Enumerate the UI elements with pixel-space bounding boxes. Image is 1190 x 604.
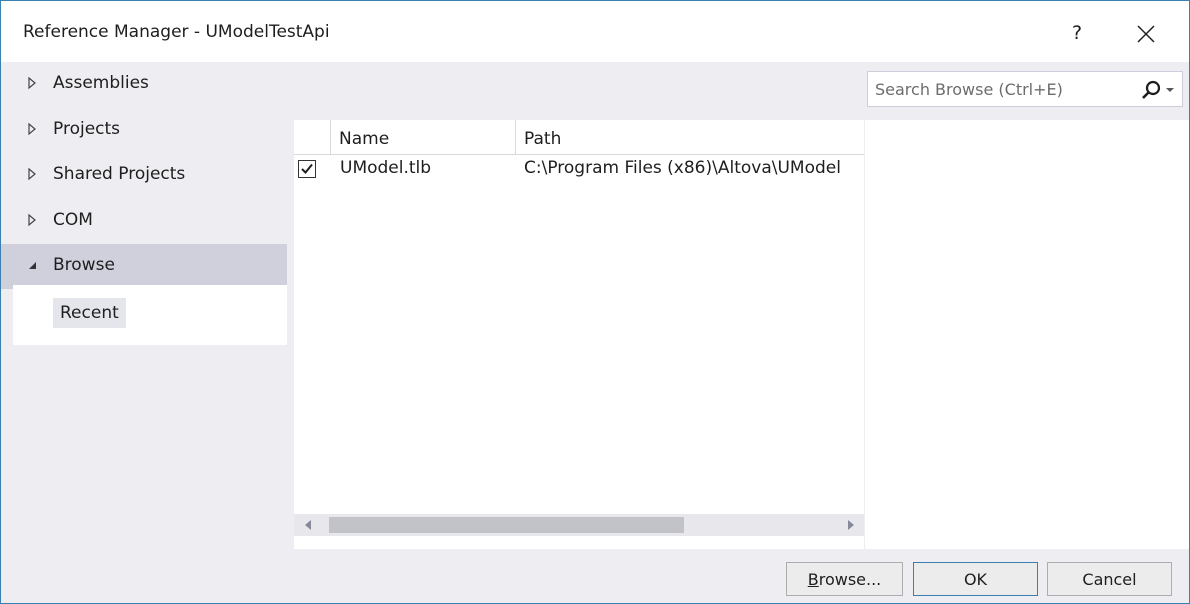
window-title: Reference Manager - UModelTestApi [23, 22, 330, 42]
browse-button[interactable]: Browse... [786, 562, 903, 596]
help-button[interactable]: ? [1062, 16, 1092, 50]
scrollbar-thumb[interactable] [329, 517, 684, 533]
close-icon [1137, 25, 1155, 43]
reference-manager-dialog: Reference Manager - UModelTestApi ? Asse… [0, 0, 1190, 604]
expand-arrow-icon [28, 122, 36, 136]
nav-item-browse[interactable]: Browse [1, 244, 287, 289]
close-button[interactable] [1129, 16, 1163, 50]
column-header-name[interactable]: Name [331, 120, 516, 154]
nav-item-com[interactable]: COM [1, 199, 287, 244]
search-input[interactable] [875, 76, 1125, 102]
search-options-dropdown-icon[interactable] [1166, 86, 1174, 94]
search-icon[interactable] [1140, 79, 1162, 101]
row-checkbox[interactable] [298, 160, 316, 178]
scroll-left-icon[interactable] [302, 518, 316, 532]
nav-item-label: COM [53, 210, 93, 230]
column-header-check[interactable] [294, 120, 331, 154]
details-pane [865, 120, 1189, 549]
scroll-right-icon[interactable] [843, 518, 857, 532]
nav-item-label: Browse [53, 255, 115, 275]
row-name-cell: UModel.tlb [340, 158, 432, 178]
search-box[interactable] [867, 71, 1183, 107]
browse-subitems: Recent [13, 285, 287, 345]
title-bar: Reference Manager - UModelTestApi ? [1, 1, 1189, 62]
collapse-arrow-icon [29, 262, 36, 269]
nav-item-label: Assemblies [53, 73, 149, 93]
expand-arrow-icon [28, 167, 36, 181]
ok-button[interactable]: OK [913, 562, 1038, 596]
nav-item-shared-projects[interactable]: Shared Projects [1, 153, 287, 198]
nav-item-label: Projects [53, 119, 121, 139]
horizontal-scrollbar[interactable] [294, 514, 864, 536]
nav-item-assemblies[interactable]: Assemblies [1, 62, 287, 107]
nav-item-label: Shared Projects [53, 164, 186, 184]
browse-button-label: rowse... [818, 570, 882, 589]
category-nav: Assemblies Projects Shared Projects COM … [1, 62, 287, 549]
expand-arrow-icon [28, 213, 36, 227]
list-header: Name Path [294, 120, 864, 155]
cancel-button[interactable]: Cancel [1047, 562, 1172, 596]
nav-item-projects[interactable]: Projects [1, 108, 287, 153]
nav-subitem-recent[interactable]: Recent [53, 298, 126, 328]
browse-button-accelerator: B [807, 570, 819, 589]
row-path-cell: C:\Program Files (x86)\Altova\UModel [524, 158, 841, 178]
column-header-path[interactable]: Path [517, 120, 864, 154]
table-row[interactable]: UModel.tlb C:\Program Files (x86)\Altova… [294, 155, 864, 183]
dialog-footer: Browse... OK Cancel [1, 549, 1189, 603]
expand-arrow-icon [28, 76, 36, 90]
reference-list: Name Path UModel.tlb C:\Program Files (x… [294, 120, 864, 549]
checkmark-icon [301, 163, 313, 174]
